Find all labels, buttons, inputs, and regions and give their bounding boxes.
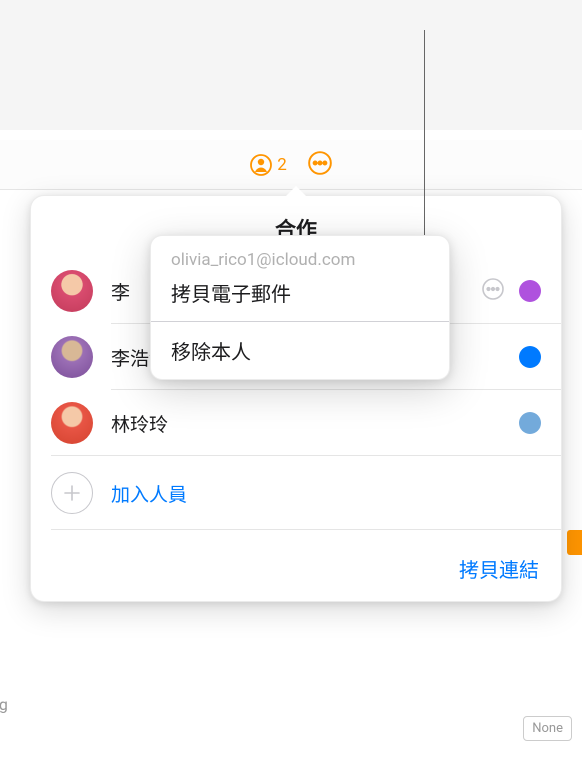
avatar	[51, 336, 93, 378]
bg-dropdown-fragment: None	[523, 716, 572, 741]
add-people-label: 加入人員	[111, 480, 187, 507]
color-indicator	[519, 346, 541, 368]
participant-more-button[interactable]	[481, 277, 505, 305]
toolbar: 2	[0, 140, 582, 190]
participant-row[interactable]: 林玲玲	[31, 390, 561, 456]
collaboration-button[interactable]: 2	[249, 153, 287, 177]
avatar	[51, 270, 93, 312]
person-icon	[249, 153, 273, 177]
color-indicator	[519, 280, 541, 302]
popover-footer: 拷貝連結	[31, 538, 561, 601]
color-indicator	[519, 412, 541, 434]
avatar	[51, 402, 93, 444]
context-menu: olivia_rico1@icloud.com 拷貝電子郵件 移除本人	[150, 235, 450, 380]
context-email-label: olivia_rico1@icloud.com	[151, 236, 449, 272]
copy-email-button[interactable]: 拷貝電子郵件	[151, 272, 449, 321]
collaboration-count: 2	[277, 155, 287, 175]
more-button[interactable]	[307, 150, 333, 180]
add-people-button[interactable]: 加入人員	[31, 456, 561, 530]
bg-text-fragment: ng	[0, 695, 8, 714]
bg-badge-fragment	[567, 530, 582, 555]
ellipsis-circle-icon	[307, 150, 333, 176]
participant-name: 林玲玲	[111, 410, 519, 437]
copy-link-button[interactable]: 拷貝連結	[459, 554, 539, 583]
plus-icon	[51, 472, 93, 514]
remove-person-button[interactable]: 移除本人	[151, 322, 449, 379]
ellipsis-circle-icon	[481, 277, 505, 301]
